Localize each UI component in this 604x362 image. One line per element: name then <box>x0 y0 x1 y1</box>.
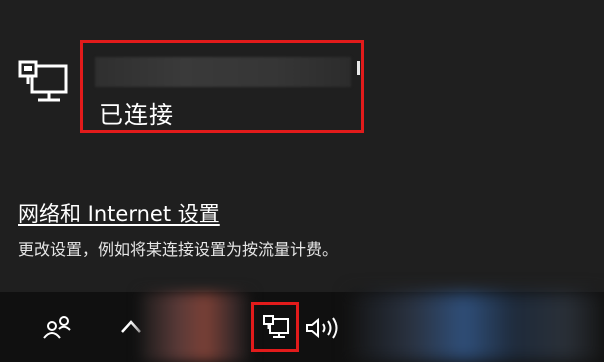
people-icon[interactable] <box>40 314 76 342</box>
network-settings-description: 更改设置，例如将某连接设置为按流量计费。 <box>18 240 339 259</box>
network-icon[interactable] <box>262 313 290 341</box>
network-status: 已连接 <box>99 101 174 129</box>
network-settings-link[interactable]: 网络和 Internet 设置 <box>18 198 220 228</box>
taskbar-network-highlight[interactable] <box>251 302 299 352</box>
network-flyout: 已连接 网络和 Internet 设置 更改设置，例如将某连接设置为按流量计费。 <box>0 0 604 292</box>
network-name-redacted <box>95 57 351 87</box>
volume-icon[interactable] <box>303 316 345 340</box>
taskbar-redacted-area <box>140 292 250 362</box>
taskbar <box>0 292 604 362</box>
network-entry[interactable]: 已连接 <box>0 18 604 133</box>
network-name-highlight: 已连接 <box>80 40 364 133</box>
network-name-cursor <box>357 61 360 75</box>
ethernet-monitor-icon <box>18 60 68 102</box>
taskbar-redacted-area-right <box>350 292 604 362</box>
